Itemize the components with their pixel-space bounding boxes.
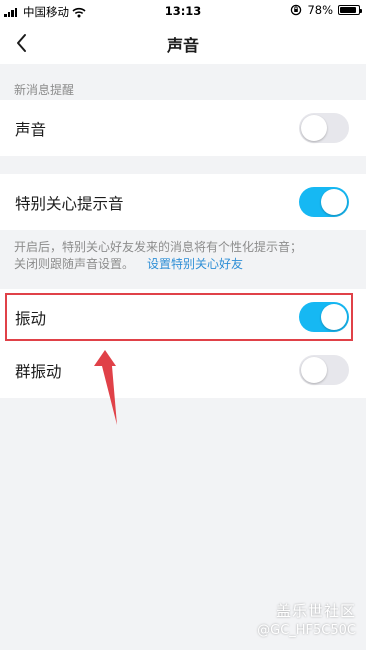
watermark: 盖乐世社区 @GC_HF5C50C bbox=[257, 600, 356, 638]
annotation-arrow-icon bbox=[94, 350, 117, 425]
watermark-id: @GC_HF5C50C bbox=[257, 623, 356, 638]
watermark-title: 盖乐世社区 bbox=[275, 602, 356, 620]
